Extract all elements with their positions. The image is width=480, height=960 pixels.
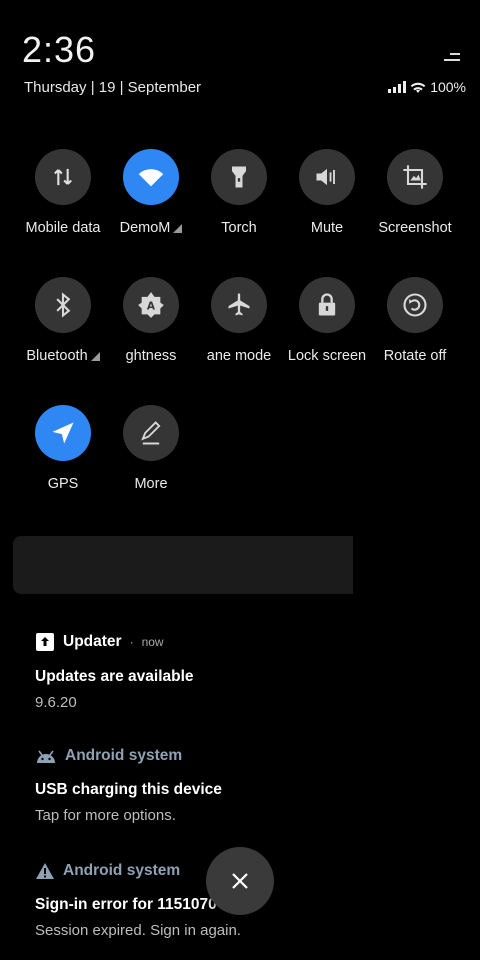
- tile-airplane-mode[interactable]: ane mode: [195, 277, 283, 364]
- status-bar: 100%: [388, 79, 466, 95]
- notification-header: Updater · now: [35, 632, 194, 652]
- torch-icon: [211, 149, 267, 205]
- tile-rotate[interactable]: Rotate off: [371, 277, 459, 364]
- tile-label: More: [134, 476, 168, 492]
- mobile-data-icon: [35, 149, 91, 205]
- tile-label: Torch: [221, 220, 257, 236]
- notification-text: 9.6.20: [35, 694, 77, 711]
- edit-icon: [123, 405, 179, 461]
- tile-label: ghtness: [125, 348, 177, 364]
- warning-icon: [36, 863, 54, 879]
- notification-time: now: [141, 635, 164, 649]
- tile-torch[interactable]: Torch: [195, 149, 283, 236]
- notification-updater[interactable]: Updater · now Updates are available 9.6.…: [35, 632, 194, 711]
- edit-tiles-icon[interactable]: [444, 50, 460, 64]
- date-label[interactable]: Thursday | 19 | September: [24, 79, 201, 96]
- wifi-status-icon: [410, 82, 426, 93]
- notification-title: Updates are available: [35, 668, 194, 685]
- notification-usb-charging[interactable]: Android system USB charging this device …: [35, 747, 222, 824]
- notification-text: Tap for more options.: [35, 807, 176, 824]
- updater-icon: [36, 633, 54, 651]
- mute-icon: [299, 149, 355, 205]
- airplane-icon: [211, 277, 267, 333]
- brightness-icon: A: [123, 277, 179, 333]
- tile-wifi[interactable]: DemoM: [107, 149, 195, 236]
- tile-label-wrap: Bluetooth: [19, 348, 107, 364]
- tile-label: GPS: [47, 476, 79, 492]
- tile-brightness[interactable]: A ghtness: [107, 277, 195, 364]
- rotate-icon: [387, 277, 443, 333]
- signal-icon: [388, 81, 407, 93]
- gps-icon: [35, 405, 91, 461]
- tile-label: ane mode: [206, 348, 272, 364]
- tile-label: Mute: [310, 220, 344, 236]
- screenshot-icon: [387, 149, 443, 205]
- tile-label: Screenshot: [378, 220, 452, 236]
- tile-screenshot[interactable]: Screenshot: [371, 149, 459, 236]
- expand-indicator-icon: [173, 223, 183, 233]
- battery-level: 100%: [430, 79, 466, 95]
- lock-icon: [299, 277, 355, 333]
- tile-label: Rotate off: [383, 348, 447, 364]
- clear-all-button[interactable]: [206, 847, 274, 915]
- notification-app: Updater: [63, 633, 122, 650]
- tile-more[interactable]: More: [107, 405, 195, 492]
- close-icon: [232, 873, 248, 889]
- tile-gps[interactable]: GPS: [19, 405, 107, 492]
- tile-bluetooth[interactable]: Bluetooth: [19, 277, 107, 364]
- bluetooth-icon: [35, 277, 91, 333]
- tile-label: Bluetooth: [26, 348, 88, 364]
- media-card[interactable]: [13, 536, 353, 594]
- notification-app: Android system: [65, 747, 183, 764]
- tile-label: Mobile data: [25, 220, 101, 236]
- notification-header: Android system: [35, 747, 222, 765]
- expand-indicator-icon: [90, 351, 100, 361]
- notification-app: Android system: [63, 862, 181, 879]
- separator-dot: ·: [129, 635, 134, 649]
- tile-mute[interactable]: Mute: [283, 149, 371, 236]
- tile-label: Lock screen: [287, 348, 367, 364]
- wifi-icon: [123, 149, 179, 205]
- tile-mobile-data[interactable]: Mobile data: [19, 149, 107, 236]
- tile-label: DemoM: [119, 220, 171, 236]
- android-icon: [37, 750, 55, 763]
- tile-label-wrap: DemoM: [107, 220, 195, 236]
- notification-title: USB charging this device: [35, 781, 222, 798]
- tile-lock-screen[interactable]: Lock screen: [283, 277, 371, 364]
- svg-text:A: A: [147, 301, 156, 313]
- notification-text: Session expired. Sign in again.: [35, 922, 241, 939]
- clock[interactable]: 2:36: [22, 30, 96, 70]
